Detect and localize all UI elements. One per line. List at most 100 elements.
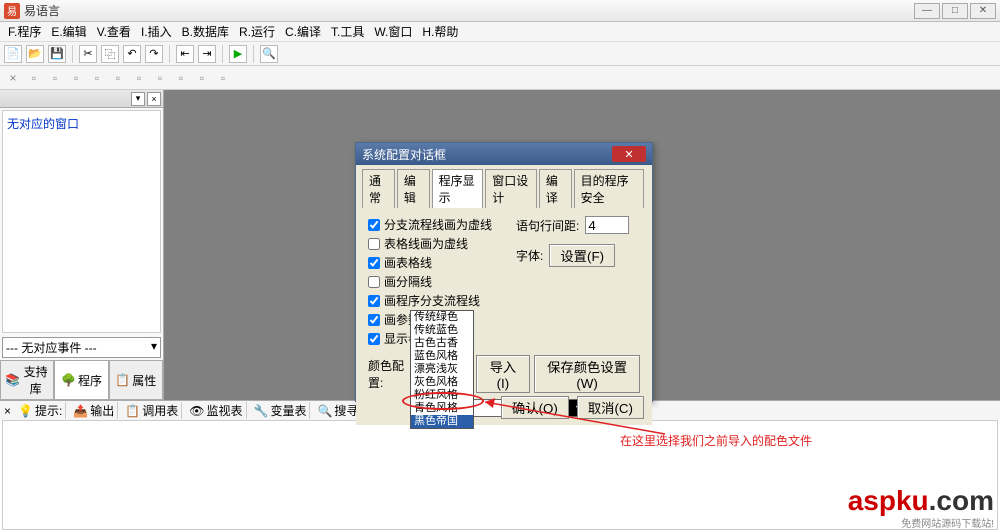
menu-db[interactable]: B.数据库 [178, 21, 233, 42]
indent-icon[interactable]: ⇥ [198, 45, 216, 63]
panel-close-icon[interactable]: × [147, 92, 161, 106]
menubar: F.程序 E.编辑 V.查看 I.插入 B.数据库 R.运行 C.编译 T.工具… [0, 22, 1000, 42]
event-combo[interactable]: --- 无对应事件 --- ▾ [2, 337, 161, 358]
align-toolbar: × ▫ ▫ ▫ ▫ ▫ ▫ ▫ ▫ ▫ ▫ [0, 66, 1000, 90]
copy-icon[interactable]: ⿻ [101, 45, 119, 63]
dialog-close-button[interactable]: ✕ [612, 146, 646, 162]
redo-icon[interactable]: ↷ [145, 45, 163, 63]
status-calltable[interactable]: 📋调用表 [122, 402, 182, 419]
dropdown-option[interactable]: 黑色帝国 [411, 415, 473, 428]
cancel-button[interactable]: 取消(C) [577, 396, 644, 419]
check-label: 画分隔线 [384, 273, 432, 290]
tab-props[interactable]: 📋属性 [109, 361, 163, 400]
new-icon[interactable]: 📄 [4, 45, 22, 63]
menu-view[interactable]: V.查看 [93, 21, 135, 42]
menu-insert[interactable]: I.插入 [137, 21, 176, 42]
import-button[interactable]: 导入(I) [476, 355, 530, 393]
dropdown-option[interactable]: 漂亮浅灰 [411, 363, 473, 376]
dialog-tabs: 通常 编辑 程序显示 窗口设计 编译 目的程序安全 [356, 165, 652, 208]
watermark: aspku.com 免费网站源码下载站! [848, 487, 994, 530]
maximize-button[interactable]: □ [942, 3, 968, 19]
align1-icon[interactable]: ▫ [25, 69, 43, 87]
align5-icon[interactable]: ▫ [109, 69, 127, 87]
book-icon: 📚 [5, 373, 20, 387]
outdent-icon[interactable]: ⇤ [176, 45, 194, 63]
font-label: 字体: [516, 247, 543, 264]
find-icon[interactable]: 🔍 [260, 45, 278, 63]
status-output[interactable]: 📤输出 [70, 402, 118, 419]
undo-icon[interactable]: ↶ [123, 45, 141, 63]
checkbox-2[interactable] [368, 257, 380, 269]
run-icon[interactable]: ▶ [229, 45, 247, 63]
menu-compile[interactable]: C.编译 [281, 21, 325, 42]
checkbox-6[interactable] [368, 333, 380, 345]
menu-window[interactable]: W.窗口 [370, 21, 416, 42]
status-close-icon[interactable]: × [4, 404, 11, 418]
annotation-text: 在这里选择我们之前导入的配色文件 [620, 432, 812, 449]
status-watch[interactable]: 👁监视表 [186, 402, 246, 419]
checkbox-0[interactable] [368, 219, 380, 231]
check-row: 显示参数名称 [368, 330, 640, 347]
line-spacing-input[interactable] [585, 216, 629, 234]
font-button[interactable]: 设置(F) [549, 244, 615, 267]
status-hint[interactable]: 💡提示: [15, 402, 66, 419]
align6-icon[interactable]: ▫ [130, 69, 148, 87]
check-row: 画参数归属线 [368, 311, 640, 328]
checkbox-5[interactable] [368, 314, 380, 326]
cut-icon[interactable]: ✂ [79, 45, 97, 63]
save-icon[interactable]: 💾 [48, 45, 66, 63]
dlgtab-display[interactable]: 程序显示 [432, 169, 484, 208]
align4-icon[interactable]: ▫ [88, 69, 106, 87]
close-small-icon[interactable]: × [4, 69, 22, 87]
checkbox-4[interactable] [368, 295, 380, 307]
check-label: 分支流程线画为虚线 [384, 216, 492, 233]
checkbox-3[interactable] [368, 276, 380, 288]
dlgtab-compile[interactable]: 编译 [539, 169, 572, 208]
tab-program[interactable]: 🌳程序 [54, 361, 108, 400]
menu-edit[interactable]: E.编辑 [47, 21, 90, 42]
tree-empty-text: 无对应的窗口 [7, 117, 79, 131]
app-icon: 易 [4, 3, 20, 19]
tree-area: 无对应的窗口 [2, 110, 161, 333]
menu-program[interactable]: F.程序 [4, 21, 45, 42]
menu-help[interactable]: H.帮助 [418, 21, 462, 42]
minimize-button[interactable]: — [914, 3, 940, 19]
props-icon: 📋 [115, 373, 130, 387]
check-label: 画程序分支流程线 [384, 292, 480, 309]
dialog-title: 系统配置对话框 [362, 146, 612, 163]
status-vars[interactable]: 🔧变量表 [251, 402, 311, 419]
dropdown-option[interactable]: 蓝色风格 [411, 350, 473, 363]
check-row: 画程序分支流程线 [368, 292, 640, 309]
color-config-label: 颜色配置: [368, 357, 410, 391]
color-dropdown-list[interactable]: 传统绿色传统蓝色古色古香蓝色风格漂亮浅灰灰色风格粉红风格青色风格黑色帝国 [410, 310, 474, 429]
align7-icon[interactable]: ▫ [151, 69, 169, 87]
dlgtab-window[interactable]: 窗口设计 [485, 169, 537, 208]
app-title: 易语言 [24, 2, 914, 19]
open-icon[interactable]: 📂 [26, 45, 44, 63]
dlgtab-edit[interactable]: 编辑 [397, 169, 430, 208]
menu-tools[interactable]: T.工具 [327, 21, 368, 42]
save-color-button[interactable]: 保存颜色设置(W) [534, 355, 640, 393]
dropdown-option[interactable]: 青色风格 [411, 402, 473, 415]
line-spacing-label: 语句行间距: [516, 217, 579, 234]
ok-button[interactable]: 确认(O) [501, 396, 569, 419]
dropdown-option[interactable]: 传统绿色 [411, 311, 473, 324]
tree-icon: 🌳 [61, 373, 76, 387]
checkbox-1[interactable] [368, 238, 380, 250]
dlgtab-general[interactable]: 通常 [362, 169, 395, 208]
tab-support[interactable]: 📚支持库 [0, 361, 54, 400]
menu-run[interactable]: R.运行 [235, 21, 279, 42]
align2-icon[interactable]: ▫ [46, 69, 64, 87]
dropdown-option[interactable]: 粉红风格 [411, 389, 473, 402]
dlgtab-security[interactable]: 目的程序安全 [574, 169, 644, 208]
align8-icon[interactable]: ▫ [172, 69, 190, 87]
align3-icon[interactable]: ▫ [67, 69, 85, 87]
align10-icon[interactable]: ▫ [214, 69, 232, 87]
dropdown-option[interactable]: 灰色风格 [411, 376, 473, 389]
panel-dropdown-icon[interactable]: ▾ [131, 92, 145, 106]
align9-icon[interactable]: ▫ [193, 69, 211, 87]
check-label: 表格线画为虚线 [384, 235, 468, 252]
dropdown-option[interactable]: 古色古香 [411, 337, 473, 350]
dropdown-option[interactable]: 传统蓝色 [411, 324, 473, 337]
close-button[interactable]: ✕ [970, 3, 996, 19]
